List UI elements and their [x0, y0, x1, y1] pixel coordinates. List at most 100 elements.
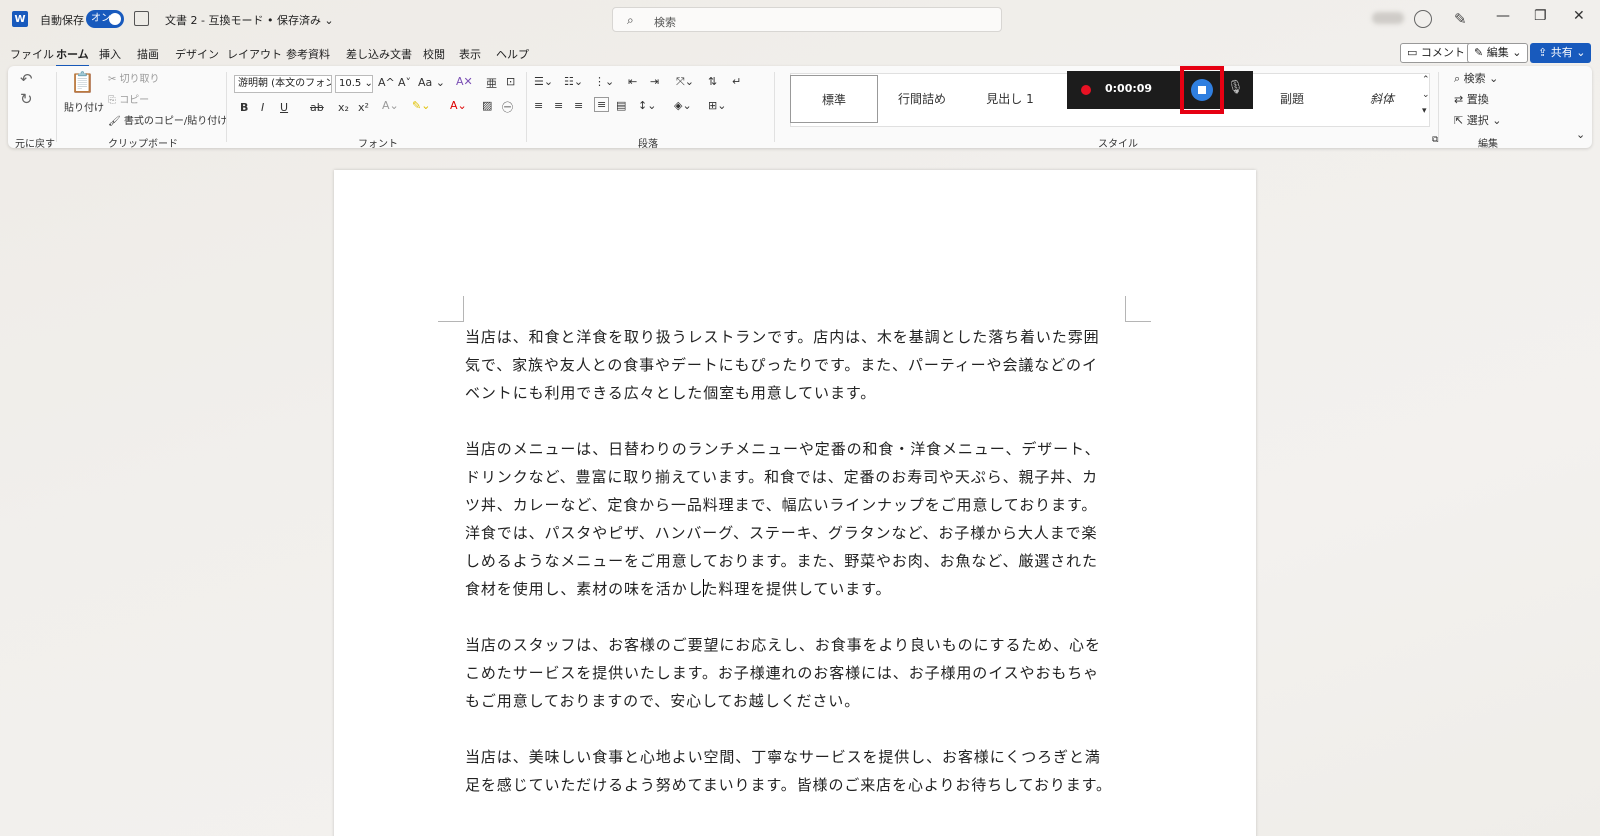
strikethrough-button[interactable]: ab	[310, 101, 324, 114]
grow-font-button[interactable]: A^	[378, 76, 395, 89]
styles-scroll-up-icon[interactable]: ⌃	[1422, 75, 1430, 85]
document-title[interactable]: 文書 2 - 互換モード • 保存済み ⌄	[165, 12, 334, 28]
redo-icon[interactable]: ↻	[20, 90, 33, 108]
search-icon: ⌕	[627, 13, 634, 27]
minimize-button[interactable]: —	[1496, 8, 1510, 24]
cut-button[interactable]: ✂ 切り取り	[108, 70, 160, 85]
subscript-button[interactable]: x₂	[338, 101, 349, 114]
align-right-icon[interactable]: ≡	[574, 99, 583, 112]
distributed-icon[interactable]: ▤	[616, 99, 626, 112]
style-emphasis[interactable]: 斜体	[1338, 75, 1426, 123]
superscript-button[interactable]: x²	[358, 101, 369, 114]
restore-button[interactable]: ❐	[1534, 8, 1547, 24]
phonetic-guide-icon[interactable]: 亜	[486, 75, 497, 91]
tab-file[interactable]: ファイル	[10, 46, 54, 62]
autosave-toggle[interactable]: オン	[86, 10, 124, 28]
tab-review[interactable]: 校閲	[423, 46, 445, 62]
shrink-font-button[interactable]: A˅	[398, 76, 411, 89]
font-color-icon[interactable]: A⌄	[450, 99, 467, 112]
numbering-icon[interactable]: ☷⌄	[564, 75, 583, 88]
bullets-icon[interactable]: ☰⌄	[534, 75, 553, 88]
paragraph-group-label: 段落	[638, 139, 658, 150]
style-heading-1[interactable]: 見出し 1	[966, 75, 1054, 123]
text-effects-icon[interactable]: A⌄	[382, 99, 399, 112]
decrease-indent-icon[interactable]: ⇤	[628, 75, 637, 88]
format-painter-button[interactable]: 🖌 書式のコピー/貼り付け	[108, 112, 227, 127]
style-no-spacing[interactable]: 行間詰め	[878, 75, 966, 123]
search-input[interactable]: ⌕ 検索	[612, 7, 1002, 32]
style-normal[interactable]: 標準	[790, 75, 878, 123]
align-center-icon[interactable]: ≡	[554, 99, 563, 112]
cut-label: 切り取り	[119, 74, 160, 85]
close-button[interactable]: ✕	[1573, 8, 1585, 24]
tab-draw[interactable]: 描画	[137, 46, 159, 62]
asian-layout-icon[interactable]: ⤧⌄	[676, 75, 694, 89]
select-label: 選択 ⌄	[1466, 114, 1502, 127]
enclose-characters-icon[interactable]: ㊀	[502, 99, 513, 115]
increase-indent-icon[interactable]: ⇥	[650, 75, 659, 88]
paragraph-2[interactable]: 当店のメニューは、日替わりのランチメニューや定番の和食・洋食メニュー、デザート、…	[465, 435, 1135, 603]
select-button[interactable]: ⇱ 選択 ⌄	[1454, 112, 1501, 128]
justify-icon[interactable]: ≡	[594, 97, 610, 112]
copy-button[interactable]: ⎘ コピー	[108, 91, 149, 106]
styles-more-icon[interactable]: ▾	[1422, 106, 1427, 116]
underline-button[interactable]: U	[280, 101, 288, 114]
title-bar: W 自動保存 オン 文書 2 - 互換モード • 保存済み ⌄ ⌕ 検索 ✎ —…	[0, 0, 1600, 38]
styles-scroll-down-icon[interactable]: ⌄	[1422, 90, 1430, 100]
tab-view[interactable]: 表示	[459, 46, 481, 62]
save-icon[interactable]	[134, 11, 149, 26]
tab-references[interactable]: 参考資料	[286, 46, 330, 62]
bold-button[interactable]: B	[240, 101, 248, 114]
tab-design[interactable]: デザイン	[175, 46, 219, 62]
font-size-select[interactable]: 10.5 ⌄	[335, 75, 373, 93]
text-line: ツ丼、カレーなど、定食から一品料理まで、幅広いラインナップをご用意しております。	[465, 496, 1098, 514]
text-line: 当店のメニューは、日替わりのランチメニューや定番の和食・洋食メニュー、デザート、	[465, 440, 1101, 458]
text-line: ベントにも利用できる広々とした個室も用意しています。	[465, 384, 877, 402]
word-icon: W	[12, 11, 28, 27]
scissors-icon: ✂	[108, 74, 120, 85]
replace-button[interactable]: ⇄ 置換	[1454, 91, 1489, 107]
align-left-icon[interactable]: ≡	[534, 99, 543, 112]
search-icon: ⌕	[1454, 72, 1464, 85]
user-name-blurred	[1372, 12, 1404, 24]
designer-pen-icon[interactable]: ✎	[1454, 10, 1467, 28]
highlight-icon[interactable]: ✎⌄	[412, 99, 430, 112]
paragraph-1[interactable]: 当店は、和食と洋食を取り扱うレストランです。店内は、木を基調とした落ち着いた雰囲…	[465, 323, 1135, 407]
show-marks-icon[interactable]: ↵	[732, 75, 741, 88]
tab-layout[interactable]: レイアウト	[227, 46, 282, 62]
search-placeholder: 検索	[654, 16, 676, 29]
collapse-ribbon-icon[interactable]: ⌄	[1576, 128, 1585, 141]
editing-mode-button[interactable]: ✎ 編集 ⌄	[1467, 43, 1529, 63]
tab-help[interactable]: ヘルプ	[496, 46, 529, 62]
paste-button[interactable]: 貼り付け	[64, 99, 104, 114]
change-case-button[interactable]: Aa ⌄	[418, 76, 445, 89]
tab-mailings[interactable]: 差し込み文書	[346, 46, 412, 62]
borders-icon[interactable]: ⊞⌄	[708, 99, 726, 112]
multilevel-list-icon[interactable]: ⋮⌄	[594, 75, 614, 88]
comment-button[interactable]: ▭ コメント	[1400, 43, 1472, 63]
share-button[interactable]: ⇪ 共有 ⌄	[1530, 43, 1591, 63]
account-icon[interactable]	[1414, 10, 1432, 28]
italic-button[interactable]: I	[261, 101, 264, 114]
tab-insert[interactable]: 挿入	[99, 46, 121, 62]
character-border-icon[interactable]: ⊡	[506, 75, 515, 88]
editing-mode-label: 編集 ⌄	[1486, 46, 1522, 59]
microphone-muted-icon[interactable]: 🎙	[1227, 80, 1244, 95]
paragraph-3[interactable]: 当店のスタッフは、お客様のご要望にお応えし、お食事をより良いものにするため、心を…	[465, 631, 1135, 715]
shading-icon[interactable]: ◈⌄	[674, 99, 692, 112]
undo-icon[interactable]: ↶	[20, 70, 33, 88]
share-icon: ⇪	[1538, 46, 1551, 59]
line-spacing-icon[interactable]: ↕⌄	[638, 99, 656, 112]
paste-icon[interactable]: 📋	[70, 70, 95, 94]
copy-icon: ⎘	[108, 95, 120, 106]
find-button[interactable]: ⌕ 検索 ⌄	[1454, 70, 1498, 86]
paragraph-4[interactable]: 当店は、美味しい食事と心地よい空間、丁寧なサービスを提供し、お客様にくつろぎと満…	[465, 743, 1135, 799]
font-name-select[interactable]: 游明朝 (本文のフォン ⌄	[234, 75, 332, 93]
tab-home[interactable]: ホーム	[56, 46, 89, 67]
style-subtitle[interactable]: 副題	[1248, 75, 1336, 123]
format-painter-label: 書式のコピー/貼り付け	[123, 116, 228, 127]
character-shading-icon[interactable]: ▨	[482, 99, 492, 112]
text-line: 洋食では、パスタやピザ、ハンバーグ、ステーキ、グラタンなど、お子様から大人まで楽	[465, 524, 1098, 542]
sort-icon[interactable]: ⇅	[708, 75, 717, 88]
clear-formatting-icon[interactable]: A✕	[456, 75, 473, 88]
